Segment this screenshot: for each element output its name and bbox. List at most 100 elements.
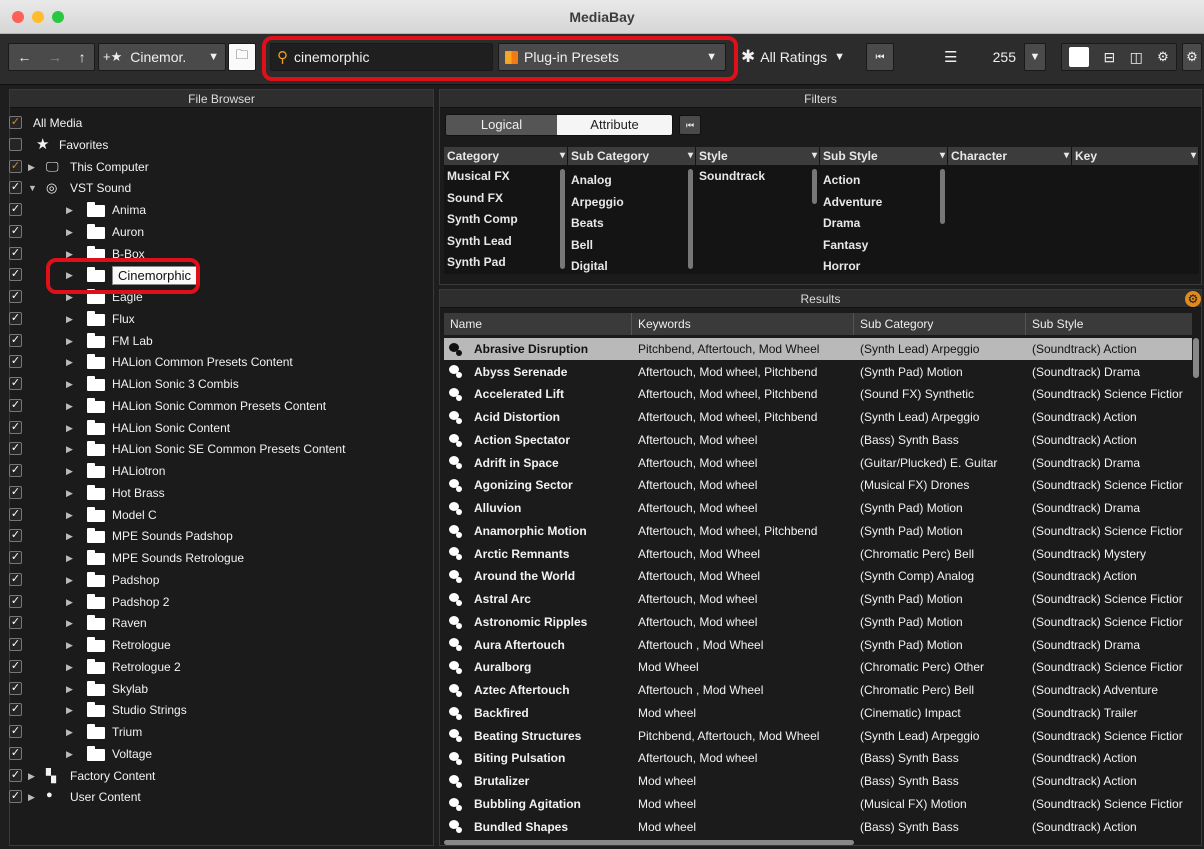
file-browser-item[interactable]: ✓ ▶ Hot Brass <box>0 482 420 504</box>
expand-arrow-icon[interactable]: ▶ <box>66 553 73 564</box>
expand-arrow-icon[interactable]: ▶ <box>66 423 73 434</box>
expand-arrow-icon[interactable]: ▶ <box>28 792 35 803</box>
expand-arrow-icon[interactable]: ▶ <box>66 357 73 368</box>
filter-value[interactable]: Synth Comp <box>447 212 518 226</box>
filter-column-header[interactable]: Sub Category ▾ <box>568 147 695 165</box>
expand-arrow-icon[interactable]: ▶ <box>66 270 73 281</box>
file-browser-item[interactable]: ✓ ▶ ▚ Factory Content <box>0 765 420 787</box>
expand-arrow-icon[interactable]: ▶ <box>28 162 35 173</box>
include-checkbox[interactable]: ✓ <box>9 247 22 260</box>
expand-arrow-icon[interactable]: ▶ <box>66 444 73 455</box>
expand-arrow-icon[interactable]: ▶ <box>66 618 73 629</box>
filter-column-scrollbar[interactable] <box>560 169 565 269</box>
include-checkbox[interactable]: ✓ <box>9 334 22 347</box>
result-row[interactable]: Arctic Remnants Aftertouch, Mod Wheel (Chr… <box>444 542 1192 565</box>
tab-attribute[interactable]: Attribute <box>557 115 672 135</box>
search-box[interactable]: ⚲ cinemorphic <box>270 43 493 71</box>
file-browser-item[interactable]: ✓ ▶ Eagle <box>0 286 420 308</box>
include-checkbox[interactable]: ✓ <box>9 377 22 390</box>
filter-column-header[interactable]: Character ▾ <box>948 147 1071 165</box>
result-row[interactable]: Auralborg Mod Wheel (Chromatic Perc) Other… <box>444 656 1192 679</box>
media-type-dropdown[interactable]: Plug-in Presets ▼ <box>498 43 726 71</box>
expand-arrow-icon[interactable]: ▶ <box>66 227 73 238</box>
file-browser-item[interactable]: ✓ ▶ Padshop <box>0 569 420 591</box>
expand-arrow-icon[interactable]: ▶ <box>66 379 73 390</box>
result-row[interactable]: Brutalizer Mod wheel (Bass) Synth Bass (Sou… <box>444 770 1192 793</box>
include-checkbox[interactable]: ✓ <box>9 638 22 651</box>
settings-button[interactable]: ⚙ <box>1182 43 1202 71</box>
result-row[interactable]: Bubbling Agitation Mod wheel (Musical FX) … <box>444 793 1192 816</box>
tab-logical[interactable]: Logical <box>446 115 558 135</box>
col-header-substyle[interactable]: Sub Style <box>1026 313 1192 335</box>
result-row[interactable]: Bundled Shapes Mod wheel (Bass) Synth Bass… <box>444 815 1192 838</box>
result-row[interactable]: Backfired Mod wheel (Cinematic) Impact (Sou… <box>444 702 1192 725</box>
filter-reset-button[interactable]: ⏮ <box>679 115 701 135</box>
result-row[interactable]: Biting Pulsation Aftertouch, Mod wheel (Ba… <box>444 747 1192 770</box>
result-row[interactable]: Astral Arc Aftertouch, Mod wheel (Synth Pa… <box>444 588 1192 611</box>
file-browser-item[interactable]: ✓ ▶ Voltage <box>0 743 420 765</box>
filter-value[interactable]: Drama <box>823 216 860 230</box>
count-dropdown-button[interactable]: ▼ <box>1024 43 1046 71</box>
include-checkbox[interactable]: ✓ <box>9 508 22 521</box>
expand-arrow-icon[interactable]: ▶ <box>66 531 73 542</box>
result-row[interactable]: Around the World Aftertouch, Mod Wheel (Sy… <box>444 565 1192 588</box>
filter-value[interactable]: Action <box>823 173 860 187</box>
expand-arrow-icon[interactable]: ▶ <box>66 205 73 216</box>
expand-arrow-icon[interactable]: ▶ <box>66 466 73 477</box>
expand-arrow-icon[interactable]: ▶ <box>66 575 73 586</box>
filter-value[interactable]: Adventure <box>823 195 882 209</box>
location-dropdown[interactable]: +★ Cinemor. ▼ <box>98 43 226 71</box>
filter-value[interactable]: Horror <box>823 259 860 273</box>
include-checkbox[interactable]: ✓ <box>9 355 22 368</box>
expand-arrow-icon[interactable]: ▶ <box>66 727 73 738</box>
result-row[interactable]: Anamorphic Motion Aftertouch, Mod wheel, … <box>444 520 1192 543</box>
file-browser-item[interactable]: ✓ ▶ HALion Sonic Content <box>0 417 420 439</box>
include-checkbox[interactable]: ✓ <box>9 747 22 760</box>
expand-arrow-icon[interactable]: ▶ <box>66 597 73 608</box>
result-row[interactable]: Action Spectator Aftertouch, Mod wheel (Ba… <box>444 429 1192 452</box>
filter-column-header[interactable]: Style ▾ <box>696 147 819 165</box>
filter-value[interactable]: Synth Lead <box>447 234 512 248</box>
include-checkbox[interactable] <box>9 138 22 151</box>
filter-value[interactable]: Beats <box>571 216 604 230</box>
result-row[interactable]: Aztec Aftertouch Aftertouch , Mod Wheel (C… <box>444 679 1192 702</box>
right-panel-toggle-icon[interactable]: ◫ <box>1130 49 1143 66</box>
include-checkbox[interactable]: ✓ <box>9 769 22 782</box>
expand-arrow-icon[interactable]: ▶ <box>66 401 73 412</box>
result-row[interactable]: Acid Distortion Aftertouch, Mod wheel, Pi… <box>444 406 1192 429</box>
left-panel-toggle-icon[interactable] <box>1069 47 1090 67</box>
include-checkbox[interactable]: ✓ <box>9 225 22 238</box>
include-checkbox[interactable]: ✓ <box>9 595 22 608</box>
expand-arrow-icon[interactable]: ▶ <box>66 292 73 303</box>
result-row[interactable]: Agonizing Sector Aftertouch, Mod wheel (Mu… <box>444 474 1192 497</box>
col-header-name[interactable]: Name <box>444 313 632 335</box>
file-browser-item[interactable]: ✓ ▶ Anima <box>0 199 420 221</box>
layout-settings-icon[interactable]: ⚙ <box>1157 49 1169 65</box>
filter-value[interactable]: Bell <box>571 238 593 252</box>
expand-arrow-icon[interactable]: ▶ <box>66 705 73 716</box>
file-browser-item[interactable]: ✓ ▶ 🖵 This Computer <box>0 156 420 178</box>
file-browser-item[interactable]: ✓ ▶ HALion Sonic 3 Combis <box>0 373 420 395</box>
reset-ratings-button[interactable]: ⏮ <box>866 43 894 71</box>
include-checkbox[interactable]: ✓ <box>9 181 22 194</box>
forward-arrow-icon[interactable]: → <box>48 49 62 65</box>
expand-arrow-icon[interactable]: ▶ <box>28 771 35 782</box>
result-row[interactable]: Alluvion Aftertouch, Mod wheel (Synth Pad)… <box>444 497 1192 520</box>
filter-column-header[interactable]: Key ▾ <box>1072 147 1198 165</box>
file-browser-item[interactable]: ✓ ▶ Flux <box>0 308 420 330</box>
include-checkbox[interactable]: ✓ <box>9 290 22 303</box>
filter-value[interactable]: Fantasy <box>823 238 868 252</box>
results-horizontal-scrollbar[interactable] <box>444 840 854 845</box>
result-row[interactable]: Abrasive Disruption Pitchbend, Aftertouch… <box>444 337 1192 361</box>
result-row[interactable]: Astronomic Ripples Aftertouch, Mod wheel (… <box>444 611 1192 634</box>
ratings-dropdown[interactable]: ✱ All Ratings ▼ <box>737 43 861 71</box>
file-browser-item[interactable]: ✓ ▶ Retrologue <box>0 634 420 656</box>
results-settings-icon[interactable]: ⚙ <box>1185 291 1201 307</box>
result-row[interactable]: Abyss Serenade Aftertouch, Mod wheel, Pit… <box>444 360 1192 383</box>
filter-value[interactable]: Soundtrack <box>699 169 765 183</box>
include-checkbox[interactable]: ✓ <box>9 551 22 564</box>
filter-column-header[interactable]: Sub Style ▾ <box>820 147 947 165</box>
include-checkbox[interactable]: ✓ <box>9 486 22 499</box>
bottom-panel-toggle-icon[interactable]: ⊟ <box>1104 49 1116 66</box>
filter-column-scrollbar[interactable] <box>812 169 817 204</box>
